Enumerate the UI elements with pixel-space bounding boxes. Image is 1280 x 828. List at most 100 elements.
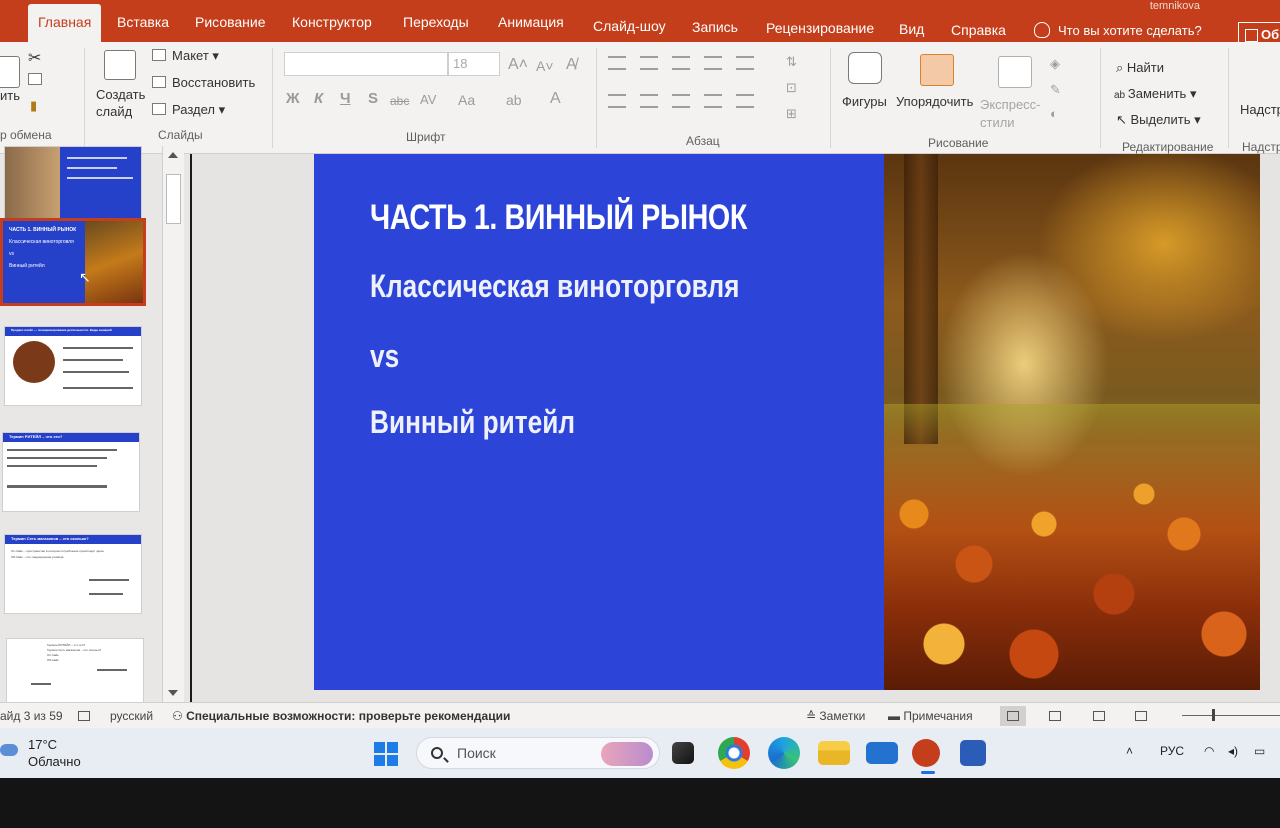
tab-slideshow[interactable]: Слайд-шоу [593, 18, 666, 34]
slide-line-vs[interactable]: vs [370, 338, 399, 375]
slideshow-view-button[interactable] [1128, 706, 1154, 726]
comments-button[interactable]: ▬ Примечания [888, 709, 973, 723]
tab-transitions[interactable]: Переходы [403, 14, 469, 30]
normal-view-button[interactable] [1000, 706, 1026, 726]
copy-icon[interactable] [28, 72, 48, 87]
paste-icon[interactable] [0, 56, 20, 88]
tab-help[interactable]: Справка [951, 22, 1006, 38]
current-slide[interactable]: ЧАСТЬ 1. ВИННЫЙ РЫНОК Классическая винот… [314, 154, 1260, 690]
autumn-forest-photo[interactable] [884, 154, 1260, 690]
grow-font-icon[interactable]: A˄ [508, 56, 528, 74]
slide-line-retail[interactable]: Винный ритейл [370, 404, 575, 441]
font-color-icon[interactable]: A [550, 90, 561, 108]
tab-home[interactable]: Главная [28, 4, 102, 42]
sorter-view-button[interactable] [1042, 706, 1068, 726]
clear-format-icon[interactable]: A̸ [566, 56, 577, 74]
weather-widget[interactable]: 17°C Облачно [0, 736, 81, 770]
shadow-button[interactable]: S [368, 90, 378, 107]
font-size-input[interactable]: 18 [448, 52, 500, 76]
select-button[interactable]: ↖ Выделить ▾ [1116, 112, 1201, 128]
slide-thumbnail-6[interactable]: Термин Сеть магазинов – это сколько? On-… [4, 534, 142, 614]
increase-indent-icon[interactable] [704, 56, 722, 70]
notes-button[interactable]: ≙ Заметки [806, 709, 865, 723]
align-center-icon[interactable] [640, 94, 658, 108]
shape-effects-icon[interactable]: ◐ [1050, 106, 1058, 121]
reset-button[interactable]: Восстановить [152, 75, 255, 90]
thumbnails-scrollbar[interactable] [162, 146, 184, 704]
cut-icon[interactable]: ✂ [28, 48, 41, 68]
tab-review[interactable]: Рецензирование [766, 20, 874, 36]
replace-button[interactable]: ab Заменить ▾ [1114, 86, 1196, 102]
scroll-up-icon[interactable] [168, 152, 178, 158]
tab-insert[interactable]: Вставка [117, 14, 169, 30]
chrome-icon[interactable] [718, 737, 750, 769]
align-left-icon[interactable] [608, 94, 626, 108]
char-spacing-button[interactable]: AV [420, 92, 436, 107]
align-right-icon[interactable] [672, 94, 690, 108]
bullets-icon[interactable] [608, 56, 626, 70]
decrease-indent-icon[interactable] [672, 56, 690, 70]
line-spacing-icon[interactable] [736, 56, 754, 70]
quick-styles-button[interactable]: Экспресс-стили [980, 96, 1044, 132]
quick-styles-icon[interactable] [998, 56, 1032, 88]
slide-thumbnail-5[interactable]: Термин РИТЕЙЛ – что это? [2, 432, 140, 512]
edge-icon[interactable] [768, 737, 800, 769]
arrange-button[interactable]: Упорядочить [896, 94, 973, 109]
slide-line-classic[interactable]: Классическая виноторговля [370, 268, 739, 305]
find-button[interactable]: ⌕ Найти [1116, 60, 1164, 76]
new-slide-icon[interactable] [104, 50, 136, 80]
slide-thumbnail-2[interactable] [4, 146, 142, 226]
wifi-icon[interactable]: ◠ [1204, 744, 1214, 758]
shape-fill-icon[interactable]: ◈ [1050, 56, 1060, 72]
battery-icon[interactable]: ▭ [1254, 744, 1265, 758]
mail-icon[interactable] [866, 742, 898, 764]
arrange-icon[interactable] [920, 54, 954, 86]
task-view-icon[interactable] [672, 742, 694, 764]
change-case-button[interactable]: Aa [458, 92, 475, 108]
italic-button[interactable]: К [314, 90, 323, 107]
format-painter-icon[interactable]: ▮ [30, 98, 37, 114]
bold-button[interactable]: Ж [286, 90, 300, 107]
zoom-slider[interactable] [1182, 715, 1280, 716]
smartart-icon[interactable]: ⊞ [786, 106, 797, 122]
powerpoint-icon[interactable] [912, 739, 940, 774]
strikethrough-button[interactable]: abc [390, 94, 409, 108]
tab-animations[interactable]: Анимация [498, 14, 564, 30]
scroll-thumb[interactable] [166, 174, 181, 224]
word-icon[interactable] [960, 740, 986, 766]
text-direction-icon[interactable]: ⇅ [786, 54, 797, 70]
input-language[interactable]: РУС [1160, 744, 1184, 758]
font-name-input[interactable] [284, 52, 448, 76]
volume-icon[interactable]: ◂) [1228, 744, 1238, 758]
windows-start-icon[interactable] [374, 742, 398, 766]
slide-thumbnail-3[interactable]: ЧАСТЬ 1. ВИННЫЙ РЫНОК Классическая винот… [0, 218, 146, 306]
justify-icon[interactable] [704, 94, 722, 108]
tab-view[interactable]: Вид [899, 21, 924, 37]
underline-button[interactable]: Ч [340, 90, 351, 107]
accessibility-check[interactable]: ⚇ Специальные возможности: проверьте рек… [172, 709, 510, 723]
shapes-button[interactable]: Фигуры [842, 94, 887, 109]
show-hidden-icons-chevron-icon[interactable]: ˄ [1126, 744, 1133, 758]
shapes-icon[interactable] [848, 52, 882, 84]
reading-view-button[interactable] [1086, 706, 1112, 726]
slide-title[interactable]: ЧАСТЬ 1. ВИННЫЙ РЫНОК [370, 198, 747, 238]
new-slide-button[interactable]: Создать слайд [96, 86, 148, 120]
tab-record[interactable]: Запись [692, 19, 738, 35]
zoom-slider-handle[interactable] [1212, 709, 1215, 721]
taskbar-search[interactable]: Поиск [416, 737, 660, 769]
language-indicator[interactable]: русский [110, 709, 153, 723]
numbering-icon[interactable] [640, 56, 658, 70]
shape-outline-icon[interactable]: ✎ [1050, 82, 1061, 98]
section-button[interactable]: Раздел ▾ [152, 102, 225, 118]
shrink-font-icon[interactable]: A˅ [536, 58, 554, 74]
paste-button[interactable]: ить [0, 88, 20, 103]
columns-icon[interactable] [736, 94, 754, 108]
layout-button[interactable]: Макет ▾ [152, 48, 219, 64]
addins-button[interactable]: Надстр [1240, 102, 1280, 117]
highlight-icon[interactable]: ab [506, 92, 522, 108]
spellcheck-icon[interactable] [78, 709, 95, 723]
tab-design[interactable]: Конструктор [292, 14, 372, 30]
tab-draw[interactable]: Рисование [195, 14, 266, 30]
file-explorer-icon[interactable] [818, 741, 850, 765]
align-text-icon[interactable]: ⊡ [786, 80, 797, 96]
